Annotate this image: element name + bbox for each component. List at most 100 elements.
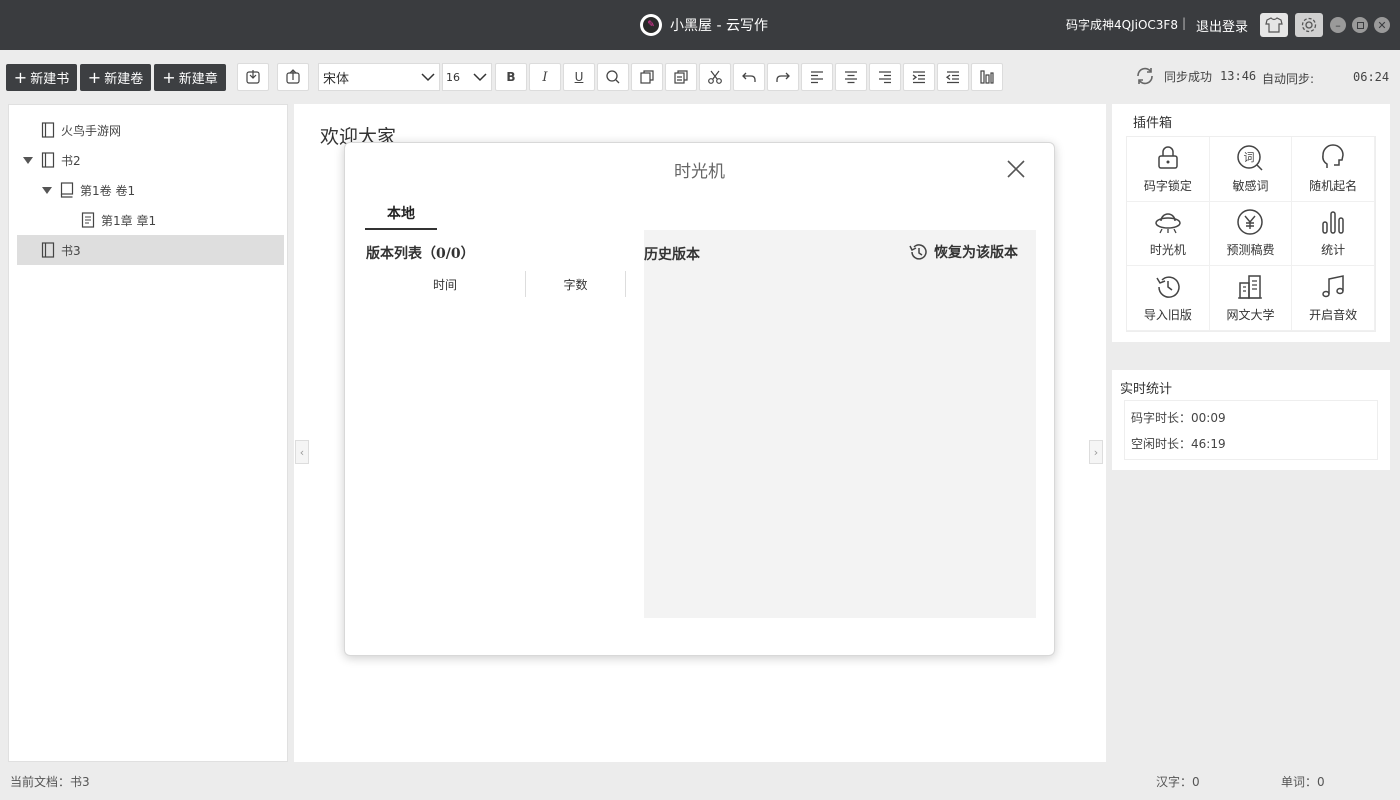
music-icon (1322, 275, 1344, 298)
plugin-label: 统计 (1321, 243, 1346, 258)
cut-button[interactable] (699, 63, 731, 91)
new-volume-button[interactable]: + 新建卷 (80, 64, 151, 91)
column-divider (625, 271, 626, 297)
align-center-button[interactable] (835, 63, 867, 91)
search-icon (606, 70, 620, 84)
minimize-button[interactable]: – (1330, 17, 1346, 33)
copy-button[interactable] (631, 63, 663, 91)
copy-icon (640, 70, 654, 84)
logout-link[interactable]: 退出登录 (1196, 16, 1248, 35)
tree-item-label: 火鸟手游网 (61, 123, 122, 138)
sync-icon[interactable] (1134, 65, 1156, 87)
head-icon (1322, 144, 1344, 168)
history-title: 历史版本 (644, 247, 700, 263)
plugin-grid: 码字锁定 词 敏感词 随机起名 时光机 预测稿费 统计 导入旧版 网文大学 开启… (1126, 136, 1376, 332)
tree-item-chapter[interactable]: 第1章 章1 (9, 205, 287, 235)
undo-button[interactable] (733, 63, 765, 91)
time-machine-dialog: 时光机 本地 版本列表（0/0） 时间 字数 历史版本 恢复为该版本 (344, 142, 1055, 656)
tree-item-book[interactable]: 书2 (9, 145, 287, 175)
book-icon (41, 242, 55, 258)
tree-item-label: 书3 (61, 243, 81, 258)
indent-button[interactable] (903, 63, 935, 91)
underline-button[interactable]: U (563, 63, 595, 91)
plugin-sensitive-words[interactable]: 词 敏感词 (1209, 137, 1293, 202)
plugin-time-machine[interactable]: 时光机 (1127, 201, 1210, 267)
svg-text:词: 词 (1244, 151, 1255, 164)
building-icon (1238, 275, 1263, 299)
import-button[interactable] (237, 63, 269, 91)
sync-status-text: 同步成功 (1164, 69, 1213, 84)
export-icon (286, 69, 300, 84)
lock-icon (1158, 146, 1178, 169)
font-size-value: 16 (446, 70, 460, 84)
plugin-label: 码字锁定 (1143, 178, 1192, 193)
history-version-panel: 历史版本 恢复为该版本 (644, 230, 1036, 618)
new-chapter-button[interactable]: + 新建章 (154, 64, 226, 91)
plugin-sound-effect[interactable]: 开启音效 (1292, 266, 1375, 331)
restore-version-button[interactable]: 恢复为该版本 (908, 242, 1018, 262)
italic-button[interactable]: I (529, 63, 561, 91)
scissors-icon (708, 70, 722, 84)
plugin-statistics[interactable]: 统计 (1292, 201, 1375, 267)
tree-item-label: 第1章 章1 (101, 213, 157, 228)
expand-triangle-icon[interactable] (23, 156, 33, 164)
plugin-label: 敏感词 (1232, 178, 1269, 193)
chapter-icon (81, 212, 95, 228)
plugin-label: 开启音效 (1309, 308, 1358, 323)
search-button[interactable] (597, 63, 629, 91)
bold-button[interactable]: B (495, 63, 527, 91)
stats-title: 实时统计 (1120, 382, 1173, 397)
settings-button[interactable] (1295, 13, 1323, 37)
export-button[interactable] (277, 63, 309, 91)
close-icon[interactable] (1006, 159, 1026, 179)
tree-item-book-selected[interactable]: 书3 (17, 235, 284, 265)
align-right-icon (879, 71, 891, 84)
plugin-import-old[interactable]: 导入旧版 (1127, 266, 1210, 331)
plugin-lock[interactable]: 码字锁定 (1127, 137, 1210, 202)
bold-icon: B (506, 70, 516, 84)
plugin-predict-fee[interactable]: 预测稿费 (1209, 201, 1293, 267)
layout-button[interactable] (971, 63, 1003, 91)
maximize-button[interactable] (1352, 17, 1368, 33)
font-size-select[interactable]: 16 (442, 63, 492, 91)
layout-icon (980, 70, 994, 84)
new-book-button[interactable]: + 新建书 (6, 64, 77, 91)
book-icon (41, 122, 55, 138)
paste-button[interactable] (665, 63, 697, 91)
expand-triangle-icon[interactable] (42, 186, 52, 194)
paste-icon (674, 70, 688, 84)
column-header-words[interactable]: 字数 (526, 271, 625, 297)
plugin-random-name[interactable]: 随机起名 (1292, 137, 1375, 202)
app-title: 小黑屋 - 云写作 (670, 18, 768, 34)
stats-content: 码字时长：00:09 空闲时长：46:19 (1124, 400, 1378, 460)
skin-button[interactable] (1260, 13, 1288, 37)
font-family-select[interactable]: 宋体 (318, 63, 440, 91)
toolbar: + 新建书 + 新建卷 + 新建章 宋体 16 B I U 同步成功 13:46… (0, 50, 1400, 104)
outdent-button[interactable] (937, 63, 969, 91)
collapse-left-button[interactable]: ‹ (295, 440, 309, 464)
gear-icon (1301, 17, 1317, 33)
new-chapter-label: 新建章 (178, 72, 218, 87)
tree-item-book[interactable]: 火鸟手游网 (9, 115, 287, 145)
tree-item-volume[interactable]: 第1卷 卷1 (9, 175, 287, 205)
collapse-right-button[interactable]: › (1089, 440, 1103, 464)
username[interactable]: 码字成神4QJiOC3F8 (1066, 16, 1178, 33)
dialog-title: 时光机 (674, 162, 725, 182)
align-left-button[interactable] (801, 63, 833, 91)
chevron-down-icon (473, 73, 487, 82)
sensitive-word-icon: 词 (1237, 145, 1264, 171)
close-window-button[interactable]: ✕ (1374, 17, 1390, 33)
shirt-icon (1265, 17, 1283, 33)
tab-local[interactable]: 本地 (365, 203, 437, 230)
redo-button[interactable] (767, 63, 799, 91)
font-family-value: 宋体 (323, 71, 350, 87)
han-char-count: 汉字：0 (1156, 775, 1200, 789)
align-right-button[interactable] (869, 63, 901, 91)
plugin-web-novel-university[interactable]: 网文大学 (1209, 266, 1293, 331)
column-header-time[interactable]: 时间 (366, 271, 524, 297)
restore-label: 恢复为该版本 (934, 245, 1018, 261)
plugin-label: 时光机 (1149, 243, 1186, 258)
auto-sync-time: 06:24 (1353, 70, 1390, 84)
current-document: 当前文档：书3 (10, 775, 90, 789)
title-separator: | (1182, 16, 1187, 30)
